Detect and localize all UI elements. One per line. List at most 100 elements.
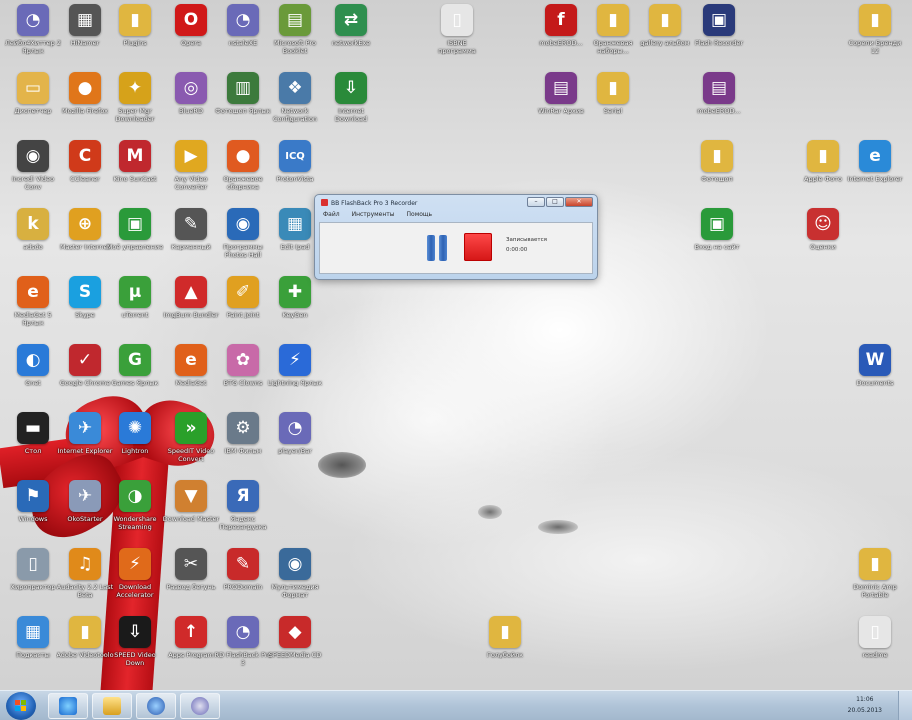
- desktop-icon[interactable]: ✺ Lightron: [106, 412, 164, 478]
- desktop-icon[interactable]: ▥ Фотошоп Ярлык: [214, 72, 272, 138]
- desktop-icon[interactable]: ▮ Сорели Бренди 12: [846, 4, 904, 70]
- desktop-icon[interactable]: ▮ Serial: [584, 72, 642, 138]
- desktop-icon-label: Фотошоп: [701, 175, 733, 183]
- desktop-icon[interactable]: ▣ Моё управление: [106, 208, 164, 274]
- menu-tools[interactable]: Инструменты: [352, 211, 395, 221]
- desktop-icon[interactable]: ✎ PRODomain: [214, 548, 272, 614]
- desktop-icon[interactable]: ▤ WinRar Архив: [532, 72, 590, 138]
- desktop-icon[interactable]: ▮ Plugins: [106, 4, 164, 70]
- desktop-icon[interactable]: ▮ Dominic Amp Portable: [846, 548, 904, 614]
- stop-button[interactable]: [464, 233, 492, 261]
- start-button[interactable]: [6, 692, 36, 720]
- desktop-icon-label: Plugins: [123, 39, 147, 47]
- window-title-text: BB FlashBack Pro 3 Recorder: [331, 200, 418, 207]
- desktop-icon[interactable]: ⚑ Windows: [4, 480, 62, 546]
- desktop-icon[interactable]: ◔ RD FlashBack Pro 3: [214, 616, 272, 682]
- desktop-icon[interactable]: ✂ Развод бегунь: [162, 548, 220, 614]
- desktop-icon[interactable]: ▦ Подкасты: [4, 616, 62, 682]
- desktop-icon-glyph: ✂: [175, 548, 207, 580]
- desktop-icon[interactable]: ◔ player/Bar: [266, 412, 324, 478]
- desktop-icon[interactable]: ▮ Голубойлк: [476, 616, 534, 682]
- desktop-icon[interactable]: ⇩ Internet Download: [322, 72, 380, 138]
- desktop-icon[interactable]: ▮ gallery альбом: [636, 4, 694, 70]
- desktop-icon[interactable]: ▶ Any Video Converter: [162, 140, 220, 206]
- desktop-icon[interactable]: ▲ ImgBurn Bundler: [162, 276, 220, 342]
- desktop-icon[interactable]: ◆ SPEEDMedia CD: [266, 616, 324, 682]
- desktop-icon[interactable]: ▬ Стол: [4, 412, 62, 478]
- desktop-icon[interactable]: ◉ Программы Photos Hall: [214, 208, 272, 274]
- desktop-icon-label: mobeEROD...: [697, 107, 741, 115]
- recorder-window[interactable]: BB FlashBack Pro 3 Recorder – □ ✕ Файл И…: [314, 194, 598, 280]
- desktop-icon-glyph: e: [175, 344, 207, 376]
- desktop-icon[interactable]: ◔ nstaleXE: [214, 4, 272, 70]
- desktop-icon[interactable]: ▭ Диспетчер: [4, 72, 62, 138]
- desktop-icon[interactable]: O Opera: [162, 4, 220, 70]
- desktop-icon[interactable]: ⇄ networkExe: [322, 4, 380, 70]
- desktop-icon[interactable]: ▯ Хиропрактор: [4, 548, 62, 614]
- pause-button[interactable]: [424, 233, 450, 263]
- desktop-icon[interactable]: ☺ Оценки: [794, 208, 852, 274]
- desktop-icon-glyph: ✐: [227, 276, 259, 308]
- desktop-icon[interactable]: ▮ Apple Фото: [794, 140, 852, 206]
- desktop-icon[interactable]: e MediaGet 5 Ярлык: [4, 276, 62, 342]
- desktop-icon[interactable]: ▮ Оранжевая наборы...: [584, 4, 642, 70]
- desktop-icon[interactable]: ◑ Wondershare Streaming: [106, 480, 164, 546]
- desktop-icon[interactable]: ▯ readme: [846, 616, 904, 682]
- desktop-icon[interactable]: ◔ Лейбл4Хиттер 2 Ярлык: [4, 4, 62, 70]
- desktop-icon[interactable]: k adsdo: [4, 208, 62, 274]
- desktop-icon[interactable]: ✎ Карманный: [162, 208, 220, 274]
- desktop-icon[interactable]: ▼ Download Master: [162, 480, 220, 546]
- desktop-icon[interactable]: G Games Ярлык: [106, 344, 164, 410]
- desktop-icon[interactable]: ◉ Мультимедия Формат: [266, 548, 324, 614]
- show-desktop-button[interactable]: [898, 691, 912, 720]
- desktop-icon[interactable]: µ uTorrent: [106, 276, 164, 342]
- desktop-icon[interactable]: ▮ Фотошоп: [688, 140, 746, 206]
- desktop-icon[interactable]: ⚙ IBM Фильм: [214, 412, 272, 478]
- desktop-icon[interactable]: ✿ BTG Clowns: [214, 344, 272, 410]
- close-button[interactable]: ✕: [565, 197, 593, 207]
- desktop-icon-label: IBM Фильм: [224, 447, 262, 455]
- desktop-icon[interactable]: ⚡ Lightning Ярлык: [266, 344, 324, 410]
- window-title: BB FlashBack Pro 3 Recorder: [321, 199, 417, 207]
- desktop-icon[interactable]: ▤ Microsoft Pro Booklet: [266, 4, 324, 70]
- system-tray-clock[interactable]: 11:06 20.05.2013: [848, 694, 882, 716]
- desktop-icon-glyph: ▶: [175, 140, 207, 172]
- desktop-icon[interactable]: M Kino SunCast: [106, 140, 164, 206]
- maximize-button[interactable]: □: [546, 197, 564, 207]
- desktop-icon[interactable]: ❖ Network Configuration: [266, 72, 324, 138]
- desktop-icon[interactable]: ◉ Incredi Video Conv: [4, 140, 62, 206]
- desktop-icon[interactable]: » SpeedIT Video Convert: [162, 412, 220, 478]
- minimize-button[interactable]: –: [527, 197, 545, 207]
- desktop-icon-label: Оранжевая наборы...: [593, 39, 633, 55]
- desktop-icon[interactable]: ◎ BlueRD: [162, 72, 220, 138]
- desktop-icon[interactable]: ▯ ISBNE программа: [428, 4, 486, 70]
- desktop-icon[interactable]: f mobeEROD...: [532, 4, 590, 70]
- desktop-icon[interactable]: ↑ Apps Program: [162, 616, 220, 682]
- desktop-icon[interactable]: e MediaGet: [162, 344, 220, 410]
- desktop-icon-label: MediaGet 5 Ярлык: [14, 311, 52, 327]
- taskbar-ie[interactable]: [48, 693, 88, 719]
- desktop-icon[interactable]: ✐ Paint Joint: [214, 276, 272, 342]
- desktop-icon[interactable]: ▣ Flash Recorder: [690, 4, 748, 70]
- desktop-icon[interactable]: ▣ Вход на сайт: [688, 208, 746, 274]
- desktop-icon[interactable]: ⇩ SPEED Video Down: [106, 616, 164, 682]
- desktop-icon[interactable]: e Internet Explorer: [846, 140, 904, 206]
- taskbar-explorer[interactable]: [92, 693, 132, 719]
- menu-help[interactable]: Помощь: [407, 211, 433, 221]
- desktop-icon[interactable]: ● Оранжевое сборника: [214, 140, 272, 206]
- desktop-icon-glyph: ◉: [279, 548, 311, 580]
- desktop[interactable]: ◔ Лейбл4Хиттер 2 Ярлык ▦ HiNamer ▮ Plugins O Op…: [0, 0, 912, 690]
- desktop-icon[interactable]: ▤ mobeEROD...: [690, 72, 748, 138]
- desktop-icon[interactable]: ✦ Super Mgr Downloader: [106, 72, 164, 138]
- menu-file[interactable]: Файл: [323, 211, 340, 221]
- desktop-icon[interactable]: ⚡ Download Accelerator: [106, 548, 164, 614]
- desktop-icon[interactable]: ✚ KeyGen: [266, 276, 324, 342]
- taskbar-flashback[interactable]: [180, 693, 220, 719]
- taskbar-media[interactable]: [136, 693, 176, 719]
- desktop-icon-label: Incredi Video Conv: [11, 175, 55, 191]
- desktop-icon[interactable]: ◐ Gnet: [4, 344, 62, 410]
- desktop-icon-label: Оранжевое сборника: [223, 175, 263, 191]
- desktop-icon-label: PRODomain: [223, 583, 263, 591]
- desktop-icon[interactable]: Я Яндекс Перезагрузка: [214, 480, 272, 546]
- desktop-icon[interactable]: W Documents: [846, 344, 904, 410]
